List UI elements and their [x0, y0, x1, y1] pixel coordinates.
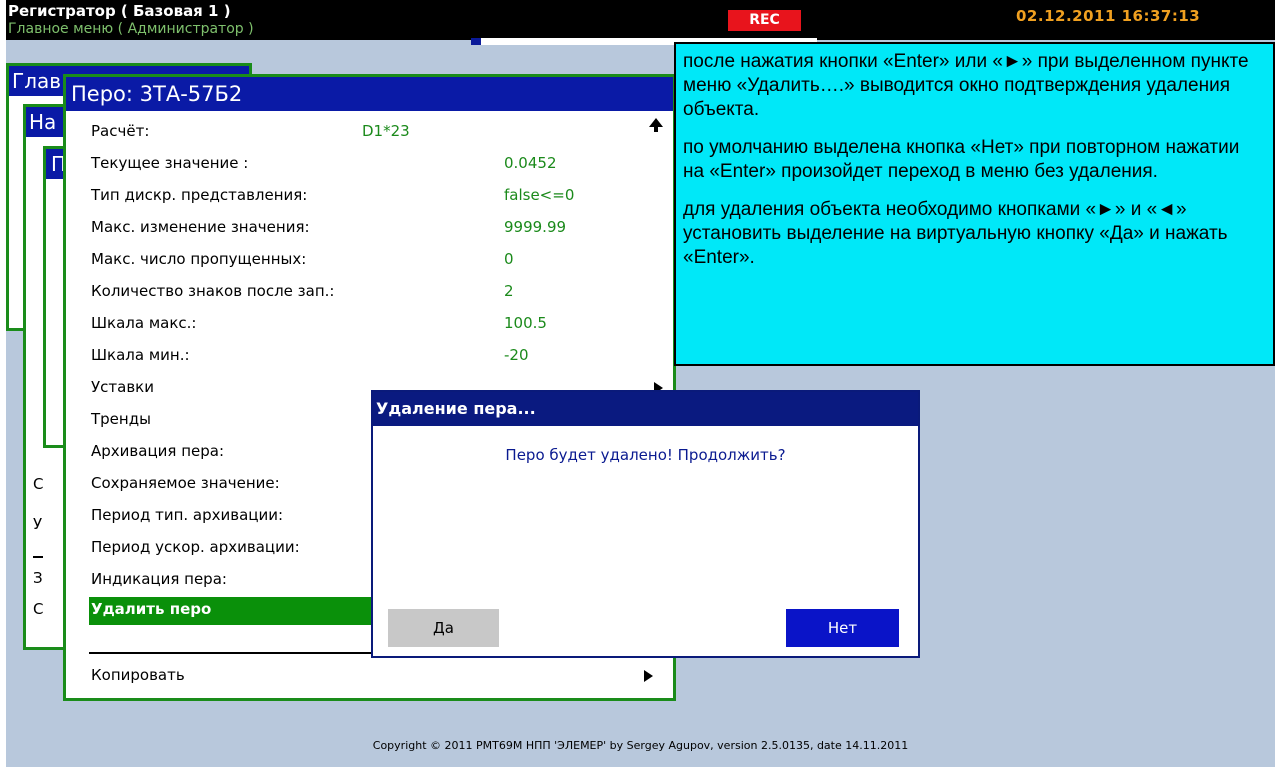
delete-confirm-dialog: Удаление пера... Перо будет удалено! Про… [371, 390, 920, 658]
device-title: Регистратор ( Базовая 1 ) [8, 2, 231, 20]
dialog-message: Перо будет удалено! Продолжить? [505, 446, 786, 464]
note-paragraph-3: для удаления объекта необходимо кнопками… [683, 199, 1228, 268]
menu-row-discrete-type[interactable]: Тип дискр. представления: false<=0 [89, 183, 667, 209]
no-button[interactable]: Нет [786, 609, 899, 647]
row-label: Шкала макс.: [91, 314, 197, 332]
bg-menu-letter-1[interactable]: С [33, 475, 43, 493]
menu-row-calculation[interactable]: Расчёт: D1*23 [89, 119, 667, 145]
row-label: Количество знаков после зап.: [91, 282, 335, 300]
row-label: Сохраняемое значение: [91, 474, 280, 492]
progress-fill [471, 38, 482, 45]
menu-row-max-change[interactable]: Макс. изменение значения: 9999.99 [89, 215, 667, 241]
note-paragraph-2: по умолчанию выделена кнопка «Нет» при п… [683, 137, 1240, 182]
yes-button[interactable]: Да [388, 609, 499, 647]
row-value: -20 [504, 346, 529, 364]
row-label: Индикация пера: [91, 570, 227, 588]
pen-window-title: Перо: 3ТА-57Б2 [66, 77, 673, 111]
bg-menu-letter-2[interactable]: У [33, 515, 42, 533]
bg-menu-letter-3[interactable]: З [33, 569, 43, 587]
menu-row-max-skipped[interactable]: Макс. число пропущенных: 0 [89, 247, 667, 273]
row-label: Период тип. архивации: [91, 506, 284, 524]
rec-indicator: REC [728, 10, 801, 31]
row-value: false<=0 [504, 186, 575, 204]
recorder-screen: Регистратор ( Базовая 1 ) Главное меню (… [6, 0, 1275, 767]
menu-row-current-value[interactable]: Текущее значение : 0.0452 [89, 151, 667, 177]
row-value: 100.5 [504, 314, 547, 332]
row-label: Копировать [91, 666, 185, 684]
row-value: D1*23 [362, 122, 410, 140]
row-label: Удалить перо [91, 600, 212, 618]
row-label: Уставки [91, 378, 154, 396]
row-label: Шкала мин.: [91, 346, 190, 364]
row-label: Тренды [91, 410, 151, 428]
annotation-note: после нажатия кнопки «Enter» или «►» при… [674, 42, 1275, 366]
row-label: Расчёт: [91, 122, 150, 140]
main-menu-title: Глав [12, 69, 62, 93]
submenu-arrow-icon [644, 670, 653, 682]
bg-menu-letter-4[interactable]: С [33, 600, 43, 618]
row-value: 0.0452 [504, 154, 557, 172]
row-label: Макс. изменение значения: [91, 218, 310, 236]
copyright-footer: Copyright © 2011 РМТ69М НПП 'ЭЛЕМЕР' by … [372, 739, 909, 752]
row-value: 2 [504, 282, 514, 300]
settings-menu-title: На [29, 110, 57, 134]
row-label: Текущее значение : [91, 154, 249, 172]
row-label: Архивация пера: [91, 442, 224, 460]
status-header: Регистратор ( Базовая 1 ) Главное меню (… [6, 0, 1275, 40]
menu-row-scale-min[interactable]: Шкала мин.: -20 [89, 343, 667, 369]
row-label: Макс. число пропущенных: [91, 250, 307, 268]
menu-row-scale-max[interactable]: Шкала макс.: 100.5 [89, 311, 667, 337]
menu-path: Главное меню ( Администратор ) [8, 21, 254, 37]
note-paragraph-1: после нажатия кнопки «Enter» или «►» при… [683, 51, 1249, 120]
dialog-title: Удаление пера... [373, 392, 918, 426]
datetime-display: 02.12.2011 16:37:13 [1016, 7, 1201, 25]
bg-menu-separator [33, 556, 43, 558]
menu-row-copy[interactable]: Копировать [89, 663, 667, 689]
row-value: 0 [504, 250, 514, 268]
row-label: Период ускор. архивации: [91, 538, 300, 556]
row-label: Тип дискр. представления: [91, 186, 308, 204]
row-value: 9999.99 [504, 218, 567, 236]
menu-row-decimal-places[interactable]: Количество знаков после зап.: 2 [89, 279, 667, 305]
